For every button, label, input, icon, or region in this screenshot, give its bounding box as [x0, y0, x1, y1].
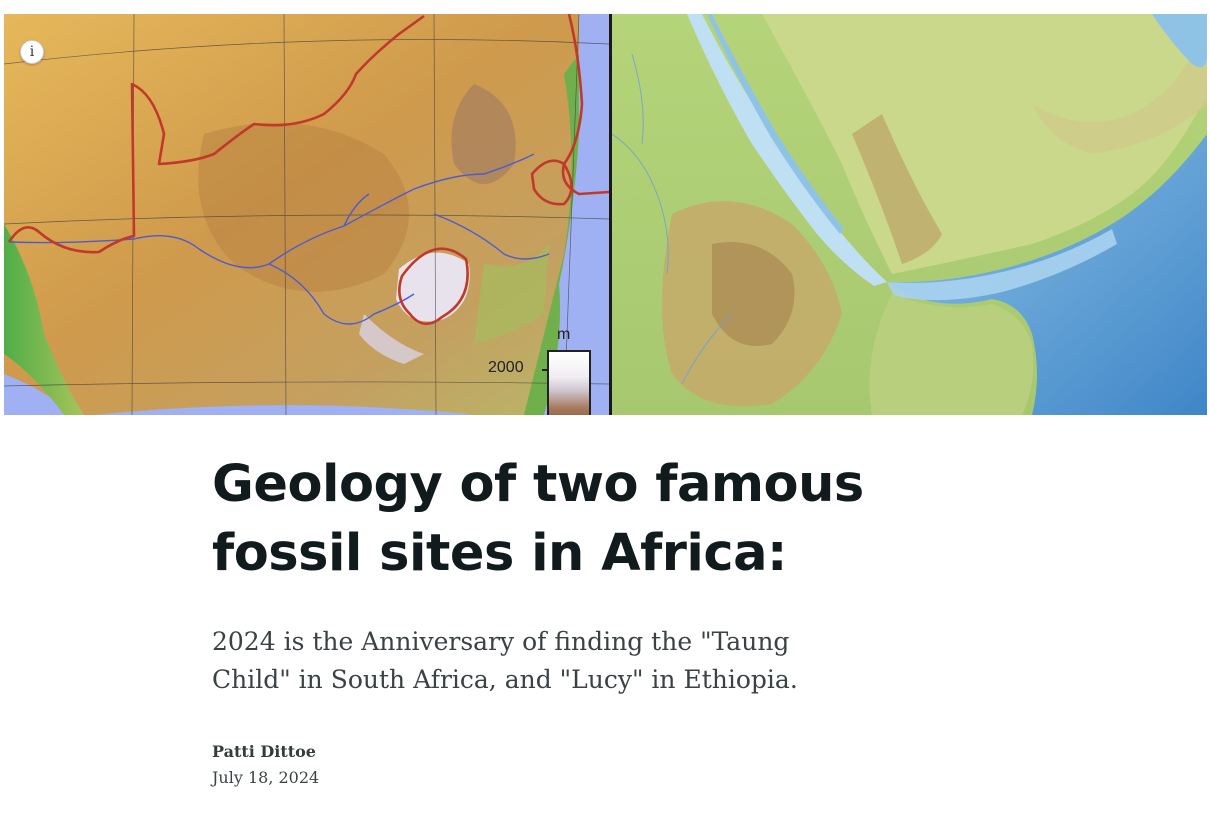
author-name[interactable]: Patti Dittoe [212, 740, 912, 764]
legend-value: 2000 [488, 359, 524, 376]
legend-tick [542, 369, 549, 371]
info-icon[interactable]: i [20, 40, 44, 64]
elevation-legend: m 2000 [488, 326, 598, 415]
legend-color-bar [547, 350, 591, 415]
byline: Patti Dittoe July 18, 2024 [212, 740, 912, 790]
hero-image: i m 2000 [4, 14, 1207, 415]
legend-unit: m [557, 326, 571, 343]
map-horn-of-africa [612, 14, 1207, 415]
article-subtitle: 2024 is the Anniversary of finding the "… [212, 627, 798, 694]
map-southern-africa: i m 2000 [4, 14, 612, 415]
map-horn-of-africa-graphic [612, 14, 1207, 415]
article-header: Geology of two famous fossil sites in Af… [212, 450, 912, 790]
publish-date: July 18, 2024 [212, 768, 320, 787]
article-title: Geology of two famous fossil sites in Af… [212, 455, 864, 583]
